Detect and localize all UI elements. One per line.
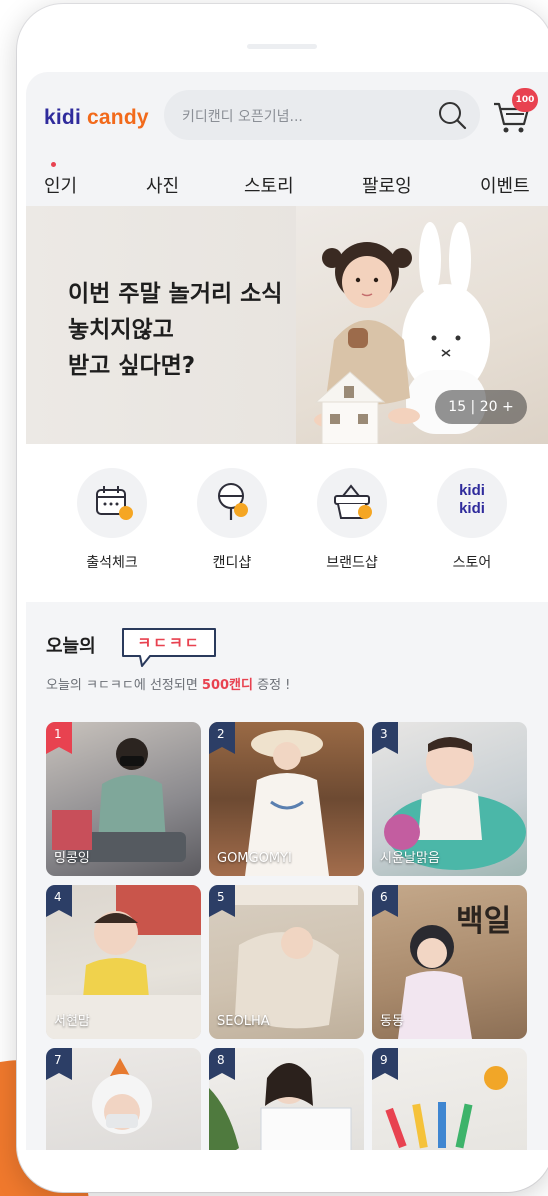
subtitle-text: 오늘의 ㅋㄷㅋㄷ에 선정되면	[46, 678, 202, 693]
cart-button[interactable]: 100	[490, 88, 538, 138]
shortcut-attendance[interactable]: 출석체크	[62, 468, 162, 572]
photo-card[interactable]: 3 시윤날맑음	[372, 722, 527, 876]
tab-label: 인기	[44, 176, 78, 197]
toy-house-image	[314, 371, 386, 444]
section-subtitle: 오늘의 ㅋㄷㅋㄷ에 선정되면 500캔디 증정 !	[46, 674, 290, 693]
app-header: kidi candy 키디캔디 오픈기념... 100	[26, 72, 548, 162]
shortcut-menu: 출석체크 캔디샵 브랜드샵 kidi kidi 스토어	[26, 444, 548, 602]
shortcut-icon-circle: kidi kidi	[437, 468, 507, 538]
shortcut-icon-circle	[197, 468, 267, 538]
logo-candy-text: candy	[87, 106, 149, 129]
tab-popular[interactable]: 인기	[44, 162, 78, 198]
kidi-store-logo-icon: kidi kidi	[437, 482, 507, 518]
photo-card[interactable]: 7	[46, 1048, 201, 1150]
shortcut-icon-circle	[77, 468, 147, 538]
kidicandy-logo[interactable]: kidi candy	[44, 106, 149, 130]
category-tabs: 인기 사진 스토리 팔로잉 이벤트	[26, 162, 548, 206]
tab-following[interactable]: 팔로잉	[362, 172, 412, 198]
search-bar[interactable]: 키디캔디 오픈기념...	[164, 90, 480, 140]
banner-line: 이번 주말 놀거리 소식	[68, 281, 283, 307]
shortcut-brand-shop[interactable]: 브랜드샵	[302, 468, 402, 572]
shortcut-store[interactable]: kidi kidi 스토어	[422, 468, 522, 572]
card-username: 밍콩잉	[54, 851, 90, 866]
card-username: 동동	[380, 1014, 404, 1029]
banner-line: 놓치지않고	[68, 317, 174, 343]
photo-card[interactable]: 9	[372, 1048, 527, 1150]
shortcut-label: 캔디샵	[212, 555, 252, 571]
shopping-basket-icon	[334, 484, 372, 519]
photo-card[interactable]: 2 GOMGOMYI	[209, 722, 364, 876]
svg-text:백일: 백일	[456, 904, 511, 939]
event-banner[interactable]: 이번 주말 놀거리 소식 놓치지않고 받고 싶다면? 15 | 20 +	[26, 206, 548, 444]
tab-story[interactable]: 스토리	[244, 172, 294, 198]
card-username: SEOLHA	[217, 1014, 270, 1029]
kidi-logo-text: kidi	[459, 500, 485, 517]
subtitle-highlight: 500캔디	[201, 678, 253, 693]
app-screen: kidi candy 키디캔디 오픈기념... 100 인기 사진 스토리 팔로…	[26, 72, 548, 1150]
kidi-logo-text: kidi	[459, 482, 485, 499]
subtitle-text: 증정 !	[252, 678, 291, 693]
tab-label: 이벤트	[480, 176, 530, 197]
tab-label: 사진	[146, 176, 180, 197]
shortcut-label: 출석체크	[86, 555, 138, 571]
photo-card[interactable]: 5 SEOLHA	[209, 885, 364, 1039]
banner-page-counter[interactable]: 15 | 20 +	[435, 390, 527, 424]
card-username: 시윤날맑음	[380, 851, 440, 866]
shortcut-label: 브랜드샵	[326, 555, 378, 571]
logo-kidi-text: kidi	[44, 106, 81, 129]
banner-headline: 이번 주말 놀거리 소식 놓치지않고 받고 싶다면?	[68, 276, 282, 384]
banner-line: 받고 싶다면?	[68, 353, 196, 379]
tab-photo[interactable]: 사진	[146, 172, 179, 198]
photo-card[interactable]: 1 밍콩잉	[46, 722, 201, 876]
card-username: 서현맘	[54, 1014, 90, 1029]
shortcut-icon-circle	[317, 468, 387, 538]
tab-label: 팔로잉	[362, 176, 412, 197]
phone-frame: kidi candy 키디캔디 오픈기념... 100 인기 사진 스토리 팔로…	[17, 4, 548, 1192]
lollipop-icon	[218, 483, 248, 520]
card-username: GOMGOMYI	[217, 851, 292, 866]
kk-badge-text: ㅋㄷㅋㄷ	[137, 634, 201, 652]
shortcut-candy-shop[interactable]: 캔디샵	[182, 468, 282, 572]
photo-card[interactable]: 백일 6 동동	[372, 885, 527, 1039]
shortcut-label: 스토어	[452, 555, 492, 571]
search-icon[interactable]	[436, 99, 468, 131]
active-tab-dot	[51, 162, 56, 167]
cart-count-badge: 100	[512, 88, 538, 112]
tab-label: 스토리	[244, 176, 294, 197]
kk-speech-badge: ㅋㄷㅋㄷ	[120, 626, 218, 667]
search-input[interactable]: 키디캔디 오픈기념...	[182, 106, 303, 126]
photo-card[interactable]: 4 서현맘	[46, 885, 201, 1039]
today-candy-section: 오늘의 ㅋㄷㅋㄷ 오늘의 ㅋㄷㅋㄷ에 선정되면 500캔디 증정 ! 1 밍콩잉…	[26, 602, 548, 1150]
section-title: 오늘의	[46, 636, 96, 657]
photo-card[interactable]: 8	[209, 1048, 364, 1150]
tab-event[interactable]: 이벤트	[480, 172, 530, 198]
calendar-check-icon	[96, 486, 133, 520]
phone-speaker	[247, 44, 317, 49]
